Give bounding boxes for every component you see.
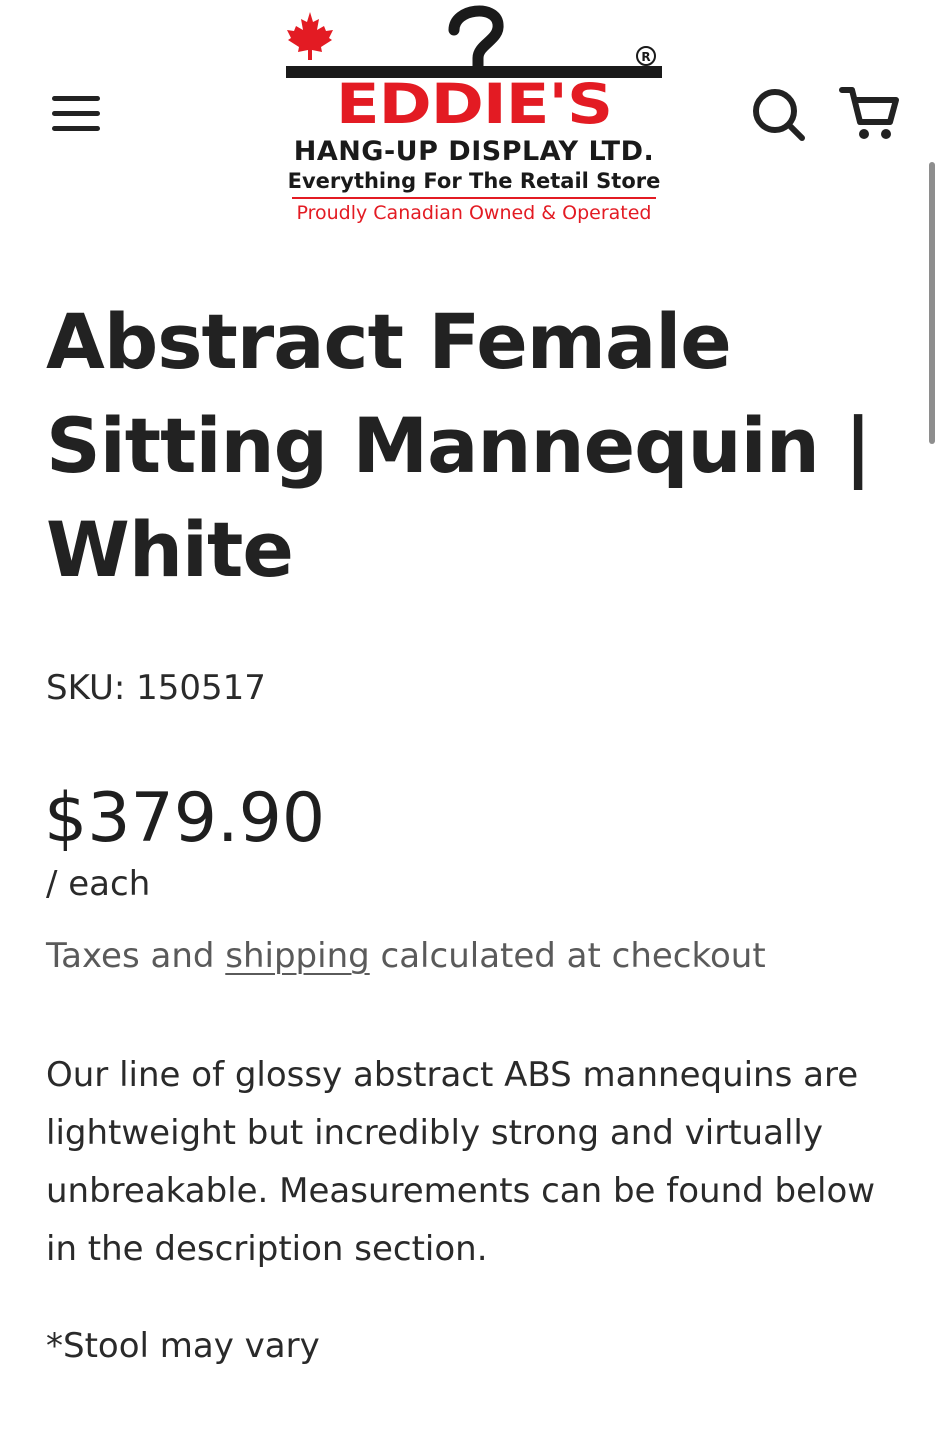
logo-brand-text: EDDIE'S [335, 73, 613, 137]
price-unit: / each [46, 864, 151, 904]
hanger-icon [448, 5, 504, 74]
tax-note-suffix: calculated at checkout [369, 936, 766, 976]
product-sku: SKU: 150517 [46, 668, 266, 708]
stool-note: *Stool may vary [46, 1326, 320, 1366]
cart-button[interactable] [836, 80, 902, 146]
logo-company-name: HANG-UP DISPLAY LTD. [293, 136, 655, 167]
product-price: $379.90 [44, 779, 326, 858]
site-header: R EDDIE'S HANG-UP DISPLAY LTD. Everythin… [0, 0, 944, 240]
product-description: Our line of glossy abstract ABS mannequi… [46, 1055, 876, 1269]
product-title: Abstract Female Sitting Mannequin | Whit… [46, 297, 872, 594]
logo-tagline: Everything For The Retail Store [287, 169, 661, 193]
logo-subtagline: Proudly Canadian Owned & Operated [296, 202, 652, 224]
page-scrollbar[interactable] [929, 162, 935, 444]
tax-shipping-note: Taxes and shipping calculated at checkou… [46, 932, 926, 980]
search-button[interactable] [748, 84, 808, 144]
hamburger-menu-icon [52, 96, 100, 101]
search-icon [753, 89, 805, 141]
tax-note-prefix: Taxes and [46, 936, 226, 976]
cart-icon [839, 87, 899, 139]
svg-text:R: R [641, 50, 650, 64]
menu-button[interactable] [44, 86, 108, 142]
site-logo[interactable]: R EDDIE'S HANG-UP DISPLAY LTD. Everythin… [278, 0, 670, 232]
maple-leaf-icon [287, 12, 333, 60]
shipping-link[interactable]: shipping [225, 936, 369, 976]
logo-divider [292, 197, 656, 199]
